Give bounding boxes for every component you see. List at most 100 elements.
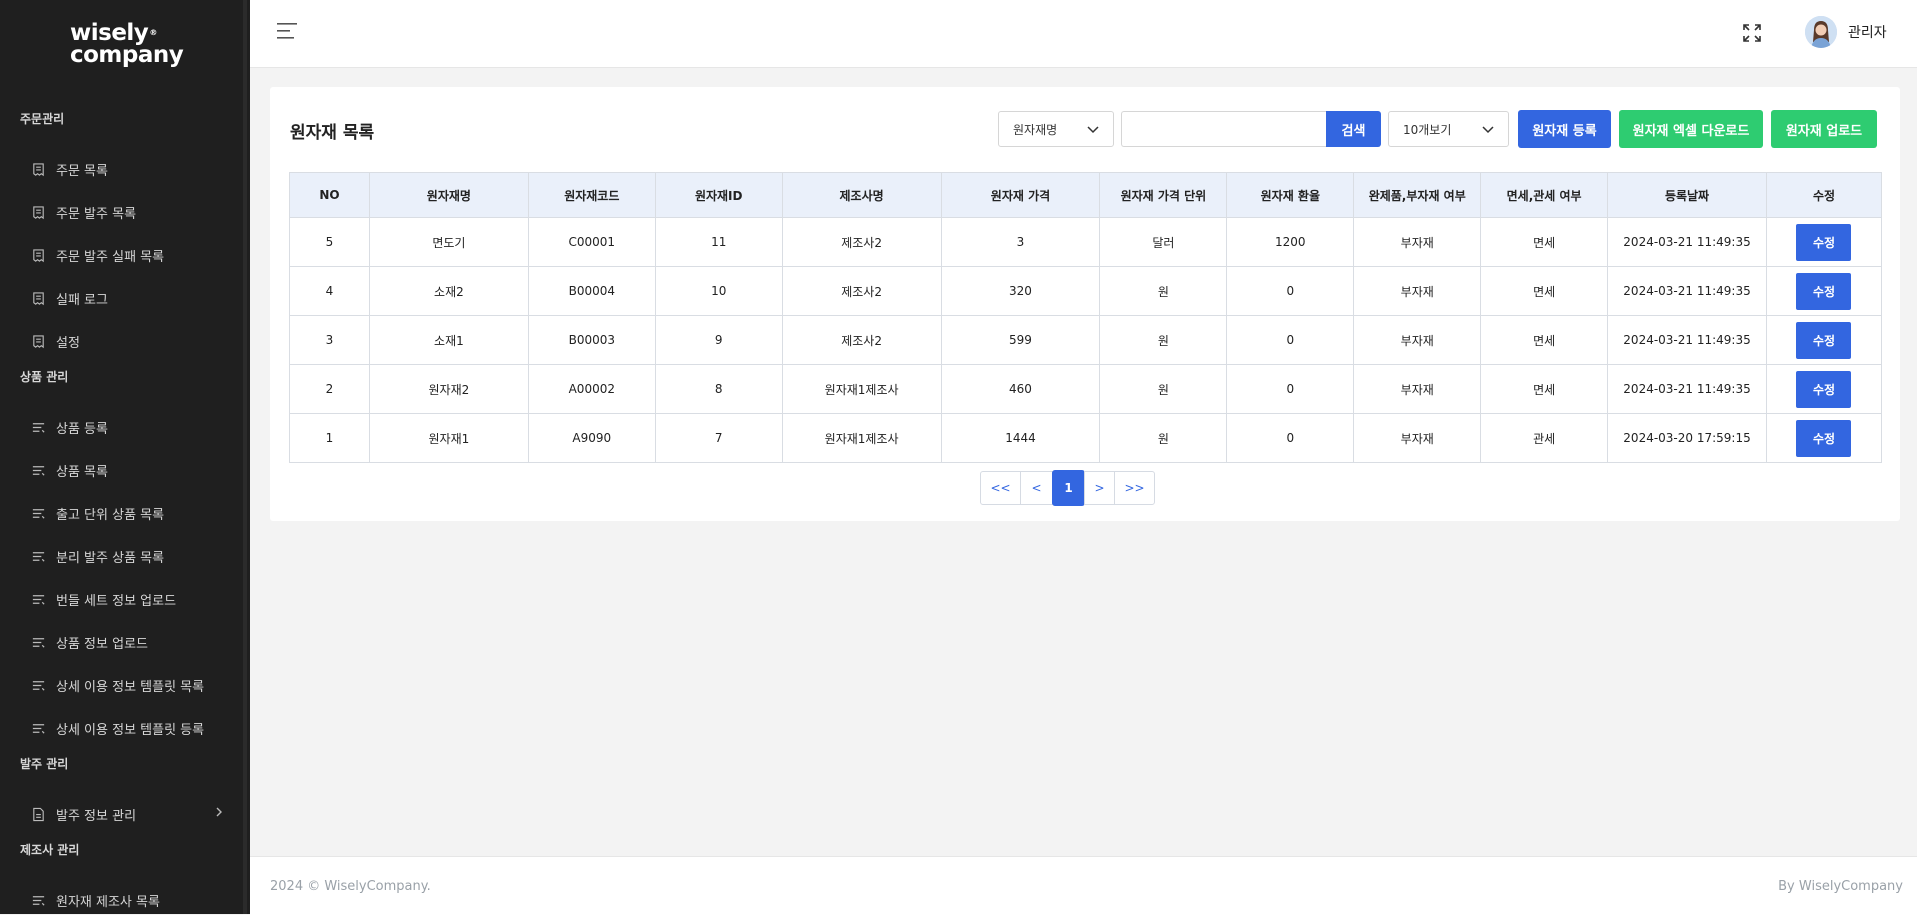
search-field-select[interactable]: 원자재명 [998, 111, 1114, 147]
table-row: 2 원자재2 A00002 8 원자재1제조사 460 원 0 부자재 면세 2024-03-21 … [289, 364, 1883, 414]
user-name[interactable]: 관리자 [1848, 22, 1887, 42]
column-header: 원자재명 [368, 172, 529, 218]
table-cell: 599 [940, 315, 1101, 365]
table-cell: 2024-03-21 11:49:35 [1607, 217, 1767, 267]
table-cell: 3 [289, 315, 370, 365]
page-title: 원자재 목록 [290, 123, 375, 143]
table-cell: 7 [654, 413, 783, 463]
list-icon [30, 463, 46, 479]
search-input[interactable] [1121, 111, 1326, 147]
sidebar-item-label: 출고 단위 상품 목록 [56, 508, 165, 523]
avatar[interactable] [1805, 16, 1837, 48]
sidebar-item[interactable]: 상세 이용 정보 템플릿 등록 [0, 707, 250, 750]
sidebar-scrollbar[interactable] [243, 0, 247, 914]
page-last-button[interactable]: >> [1114, 471, 1155, 505]
column-header: 원자재 가격 [940, 172, 1101, 218]
chevron-down-icon [1482, 126, 1494, 134]
table-cell: 원 [1099, 266, 1228, 316]
table-cell: 제조사2 [781, 217, 942, 267]
table-cell: 1200 [1226, 217, 1355, 267]
excel-download-button[interactable]: 원자재 엑셀 다운로드 [1619, 110, 1763, 148]
table-cell: 8 [654, 364, 783, 414]
list-icon [30, 721, 46, 737]
document-icon [30, 807, 46, 823]
sidebar-item-label: 상세 이용 정보 템플릿 등록 [56, 723, 205, 738]
footer-credit: By WiselyCompany [1778, 879, 1903, 894]
column-header: 원자재ID [654, 172, 783, 218]
sidebar-item[interactable]: 상품 등록 [0, 406, 250, 449]
receipt-icon [30, 205, 46, 221]
sidebar-item[interactable]: 주문 목록 [0, 148, 250, 191]
sidebar-item[interactable]: 상세 이용 정보 템플릿 목록 [0, 664, 250, 707]
logo[interactable]: wisely® company [70, 22, 184, 67]
sidebar-item[interactable]: 발주 정보 관리 [0, 793, 250, 836]
table-cell: 원 [1099, 413, 1228, 463]
edit-button[interactable]: 수정 [1796, 272, 1852, 310]
column-header: 완제품,부자재 여부 [1353, 172, 1482, 218]
sidebar-menu: 주문관리 주문 목록 주문 발주 목록 주문 발주 실패 목록 실패 로그 설정 상품 관리… [0, 105, 250, 914]
sidebar-item[interactable]: 출고 단위 상품 목록 [0, 492, 250, 535]
material-list-card: 원자재 목록 원자재명 검색 10개보기 원자재 등록 원자재 엑셀 다운로드 … [270, 87, 1900, 521]
table-cell: 원자재1 [368, 413, 529, 463]
table-cell: 달러 [1099, 217, 1228, 267]
sidebar-item-label: 발주 정보 관리 [56, 809, 137, 824]
table-cell: 0 [1226, 364, 1355, 414]
page-number-button[interactable]: 1 [1052, 470, 1085, 506]
chevron-down-icon [1087, 126, 1099, 134]
list-icon [30, 592, 46, 608]
sidebar-item[interactable]: 분리 발주 상품 목록 [0, 535, 250, 578]
sidebar-item-label: 원자재 제조사 목록 [56, 895, 160, 910]
fullscreen-icon[interactable] [1742, 23, 1762, 43]
upload-material-button[interactable]: 원자재 업로드 [1771, 110, 1877, 148]
table-cell: 2024-03-21 11:49:35 [1607, 266, 1767, 316]
sidebar-item[interactable]: 번들 세트 정보 업로드 [0, 578, 250, 621]
sidebar-item[interactable]: 설정 [0, 320, 250, 363]
edit-button[interactable]: 수정 [1796, 321, 1852, 359]
table-row: 1 원자재1 A9090 7 원자재1제조사 1444 원 0 부자재 관세 2024-03-20 … [289, 413, 1883, 463]
pagination: << < 1 > >> [980, 470, 1155, 506]
edit-cell: 수정 [1765, 364, 1883, 414]
menu-toggle-icon[interactable] [277, 22, 299, 40]
sidebar-item[interactable]: 주문 발주 목록 [0, 191, 250, 234]
list-icon [30, 678, 46, 694]
list-icon [30, 893, 46, 909]
column-header: 원자재 가격 단위 [1099, 172, 1228, 218]
table-cell: A9090 [527, 413, 656, 463]
table-cell: 면세 [1480, 364, 1609, 414]
page-prev-button[interactable]: < [1020, 471, 1053, 505]
sidebar-item[interactable]: 상품 정보 업로드 [0, 621, 250, 664]
receipt-icon [30, 291, 46, 307]
sidebar-item[interactable]: 실패 로그 [0, 277, 250, 320]
table-cell: 0 [1226, 266, 1355, 316]
table-cell: 원자재1제조사 [781, 364, 942, 414]
table-cell: 0 [1226, 413, 1355, 463]
column-header: NO [289, 172, 370, 218]
edit-button[interactable]: 수정 [1796, 419, 1852, 457]
page-next-button[interactable]: > [1084, 471, 1115, 505]
register-material-button[interactable]: 원자재 등록 [1518, 110, 1611, 148]
chevron-right-icon [214, 806, 224, 822]
table-cell: 5 [289, 217, 370, 267]
footer: 2024 © WiselyCompany. By WiselyCompany [250, 856, 1917, 915]
table-cell: 면세 [1480, 315, 1609, 365]
edit-button[interactable]: 수정 [1796, 370, 1852, 408]
table-cell: 11 [654, 217, 783, 267]
list-icon [30, 635, 46, 651]
table-cell: 10 [654, 266, 783, 316]
page-size-select[interactable]: 10개보기 [1388, 111, 1509, 147]
table-cell: 2024-03-20 17:59:15 [1607, 413, 1767, 463]
table-cell: 0 [1226, 315, 1355, 365]
list-icon [30, 420, 46, 436]
page-first-button[interactable]: << [980, 471, 1021, 505]
column-header: 원자재 환율 [1226, 172, 1355, 218]
search-button[interactable]: 검색 [1326, 111, 1381, 147]
sidebar-section-title: 제조사 관리 [20, 843, 80, 857]
page-size-select-value: 10개보기 [1403, 122, 1452, 137]
edit-button[interactable]: 수정 [1796, 223, 1852, 261]
column-header: 제조사명 [781, 172, 942, 218]
sidebar-item[interactable]: 주문 발주 실패 목록 [0, 234, 250, 277]
sidebar-item-label: 번들 세트 정보 업로드 [56, 594, 177, 609]
sidebar-item[interactable]: 원자재 제조사 목록 [0, 879, 250, 914]
table-row: 3 소재1 B00003 9 제조사2 599 원 0 부자재 면세 2024-03-21 11:4… [289, 315, 1883, 365]
sidebar-item[interactable]: 상품 목록 [0, 449, 250, 492]
